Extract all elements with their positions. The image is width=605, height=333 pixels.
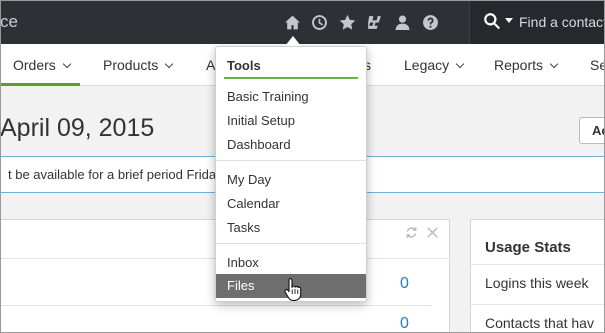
puzzle-icon[interactable] — [364, 12, 384, 32]
usage-stats-title: Usage Stats — [485, 239, 571, 256]
search-icon[interactable] — [483, 12, 501, 30]
action-button[interactable]: Ac — [579, 117, 605, 144]
top-bar: ce — [0, 0, 605, 44]
menu-item-tasks[interactable]: Tasks — [216, 216, 366, 240]
nav-item-partial[interactable]: A — [206, 44, 215, 86]
menu-item-my-day[interactable]: My Day — [216, 168, 366, 192]
user-icon[interactable] — [392, 12, 412, 32]
nav-products-label: Products — [103, 57, 159, 73]
search-scope-caret-icon[interactable] — [505, 18, 513, 23]
stats-divider — [471, 304, 605, 305]
nav-legacy-label: Legacy — [404, 57, 450, 73]
nav-partial-label: A — [206, 57, 216, 73]
stats-row: Logins this week — [485, 275, 589, 291]
nav-settings-partial[interactable]: Se — [590, 44, 605, 86]
hand-cursor-icon — [284, 278, 302, 301]
menu-item-inbox[interactable]: Inbox — [216, 251, 366, 275]
close-icon[interactable] — [426, 226, 439, 239]
search-area — [469, 0, 605, 44]
nav-legacy[interactable]: Legacy — [404, 44, 465, 86]
stats-row: Contacts that hav — [485, 315, 594, 331]
chevron-down-icon — [455, 59, 465, 68]
menu-separator — [216, 243, 366, 244]
nav-settings-label: Se — [590, 57, 605, 73]
menu-item-initial-setup[interactable]: Initial Setup — [216, 109, 366, 133]
chevron-down-icon — [549, 59, 559, 68]
menu-item-basic-training[interactable]: Basic Training — [216, 85, 366, 109]
tools-header-underline — [224, 77, 358, 79]
chevron-down-icon — [62, 59, 72, 68]
count-value[interactable]: 0 — [400, 315, 409, 333]
chevron-down-icon — [165, 59, 174, 68]
home-icon[interactable] — [282, 12, 302, 32]
star-icon[interactable] — [337, 12, 357, 32]
nav-orders[interactable]: Orders — [0, 44, 80, 86]
dropdown-pointer — [285, 36, 301, 46]
count-value[interactable]: 0 — [400, 275, 409, 293]
row-divider — [0, 305, 431, 306]
menu-item-dashboard[interactable]: Dashboard — [216, 133, 366, 157]
nav-products[interactable]: Products — [103, 44, 174, 86]
nav-orders-label: Orders — [13, 57, 56, 73]
menu-separator — [216, 160, 366, 161]
page-title: April 09, 2015 — [0, 114, 155, 142]
notice-text: t be available for a brief period Friday… — [8, 167, 234, 182]
nav-reports[interactable]: Reports — [494, 44, 559, 86]
stats-divider — [471, 264, 605, 265]
history-icon[interactable] — [309, 12, 329, 32]
search-input[interactable] — [519, 10, 605, 34]
menu-item-calendar[interactable]: Calendar — [216, 192, 366, 216]
brand-name: ce — [0, 12, 18, 31]
help-icon[interactable] — [420, 12, 440, 32]
refresh-icon[interactable] — [405, 226, 418, 239]
panel-tools — [405, 226, 439, 239]
tools-header: Tools — [227, 58, 261, 73]
tools-dropdown: Tools Basic Training Initial Setup Dashb… — [215, 46, 367, 302]
nav-reports-label: Reports — [494, 57, 544, 73]
